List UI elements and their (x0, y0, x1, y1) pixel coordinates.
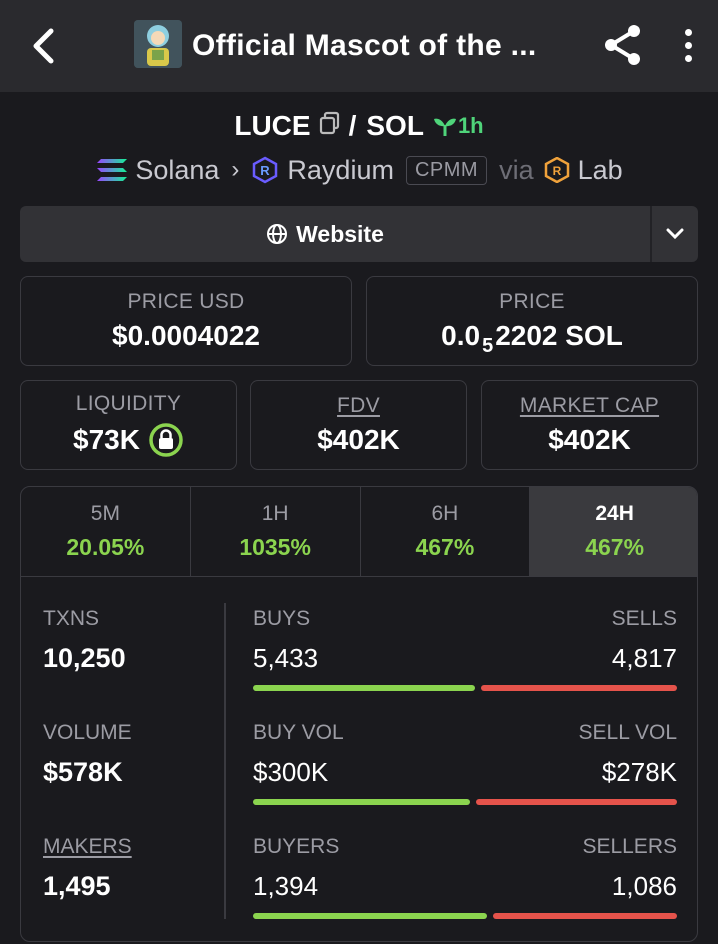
launchpad-name[interactable]: Lab (578, 155, 623, 186)
dex-name[interactable]: Raydium (287, 155, 394, 186)
tab-label: 1H (261, 502, 289, 525)
chain-breadcrumb: Solana › R Raydium CPMM via R Lab (0, 148, 718, 192)
buy-sell-volume-row: BUY VOL SELL VOL $300K $278K (253, 721, 677, 805)
buyers-label: BUYERS (253, 835, 340, 858)
sprout-icon (433, 118, 456, 136)
buys-bar (253, 685, 475, 691)
stats-panel: 5M 20.05% 1H 1035% 6H 467% 24H 467% TXNS… (20, 486, 698, 942)
sell-vol-value: $278K (601, 757, 677, 787)
tab-label: 24H (595, 502, 634, 525)
share-icon[interactable] (600, 22, 646, 68)
pair-age: 1h (432, 113, 484, 139)
tab-change: 467% (585, 534, 645, 560)
market-cap-card[interactable]: MARKET CAP $402K (481, 380, 698, 470)
price-native-suffix: 2202 SOL (495, 320, 623, 351)
sell-vol-label: SELL VOL (578, 721, 677, 744)
lock-icon[interactable] (148, 422, 184, 458)
chevron-right-icon: › (231, 156, 240, 183)
back-arrow-icon[interactable] (24, 24, 64, 68)
buys-sells-row: BUYS SELLS 5,433 4,817 (253, 607, 677, 691)
timeframe-tabs: 5M 20.05% 1H 1035% 6H 467% 24H 467% (21, 487, 697, 577)
txns-value: 10,250 (43, 643, 126, 673)
makers-value: 1,495 (43, 871, 111, 901)
buyers-bar (253, 913, 487, 919)
website-button-group: Website (20, 206, 698, 262)
chevron-down-icon[interactable] (652, 206, 698, 262)
volume-metric: VOLUME $578K (43, 721, 132, 788)
top-bar: Official Mascot of the ... (0, 0, 718, 92)
sellers-bar (493, 913, 677, 919)
svg-text:R: R (552, 164, 561, 178)
fdv-value: $402K (317, 424, 400, 455)
price-native-value: 0.0 5 2202 SOL (441, 320, 623, 357)
globe-icon (267, 224, 288, 244)
solana-icon (97, 159, 128, 181)
tab-label: 5M (90, 502, 120, 525)
liquidity-value-row: $73K (73, 422, 184, 458)
sells-value: 4,817 (611, 643, 677, 673)
chain-name[interactable]: Solana (135, 155, 219, 186)
pair-separator: / (348, 110, 357, 141)
pair-title: LUCE / SOL 1h (0, 104, 718, 148)
price-native-card: PRICE 0.0 5 2202 SOL (366, 276, 698, 366)
market-cap-label[interactable]: MARKET CAP (520, 394, 659, 418)
more-vertical-icon[interactable] (670, 22, 706, 68)
pair-age-text: 1h (457, 113, 484, 138)
tab-change: 1035% (239, 534, 311, 560)
txns-metric: TXNS 10,250 (43, 607, 126, 674)
makers-metric[interactable]: MAKERS 1,495 (43, 835, 132, 902)
tab-change: 20.05% (66, 534, 145, 560)
svg-text:R: R (261, 163, 271, 178)
tab-1h[interactable]: 1H 1035% (191, 487, 361, 576)
via-label: via (499, 154, 534, 185)
tab-6h[interactable]: 6H 467% (361, 487, 531, 576)
buys-value: 5,433 (253, 643, 319, 673)
quote-token-symbol: SOL (366, 110, 424, 141)
price-native-label: PRICE (499, 290, 565, 313)
price-native-zero-count: 5 (482, 334, 494, 357)
volume-value: $578K (43, 757, 123, 787)
raydium-icon: R (253, 156, 278, 184)
price-usd-label: PRICE USD (127, 290, 245, 313)
buyers-sellers-row: BUYERS SELLERS 1,394 1,086 (253, 835, 677, 919)
website-label: Website (296, 220, 384, 247)
makers-label[interactable]: MAKERS (43, 835, 132, 859)
tab-5m[interactable]: 5M 20.05% (21, 487, 191, 576)
buy-vol-bar (253, 799, 470, 805)
tab-label: 6H (431, 502, 459, 525)
sells-bar (481, 685, 677, 691)
liquidity-label: LIQUIDITY (75, 392, 182, 415)
sells-label: SELLS (611, 607, 677, 630)
txns-label: TXNS (43, 607, 100, 630)
liquidity-card: LIQUIDITY $73K (20, 380, 237, 470)
token-avatar (134, 20, 182, 68)
volume-label: VOLUME (43, 721, 132, 744)
sellers-label: SELLERS (582, 835, 677, 858)
page-title: Official Mascot of the ... (192, 29, 537, 62)
liquidity-value: $73K (73, 424, 140, 455)
stats-divider (224, 603, 226, 919)
buy-vol-label: BUY VOL (253, 721, 344, 744)
sellers-value: 1,086 (611, 871, 677, 901)
tab-24h[interactable]: 24H 467% (530, 487, 697, 576)
copy-icon[interactable] (319, 110, 341, 142)
fdv-card[interactable]: FDV $402K (250, 380, 467, 470)
sell-vol-bar (476, 799, 677, 805)
pool-type-badge: CPMM (405, 155, 488, 185)
lab-icon: R (544, 157, 569, 183)
price-usd-value: $0.0004022 (112, 320, 260, 351)
tab-change: 467% (415, 534, 475, 560)
base-token-symbol: LUCE (234, 110, 311, 141)
market-cap-value: $402K (548, 424, 631, 455)
buys-label: BUYS (253, 607, 311, 630)
buyers-value: 1,394 (253, 871, 319, 901)
price-usd-card: PRICE USD $0.0004022 (20, 276, 352, 366)
price-native-prefix: 0.0 (441, 320, 481, 351)
website-button[interactable]: Website (20, 206, 630, 262)
fdv-label[interactable]: FDV (337, 394, 380, 418)
buy-vol-value: $300K (253, 757, 329, 787)
